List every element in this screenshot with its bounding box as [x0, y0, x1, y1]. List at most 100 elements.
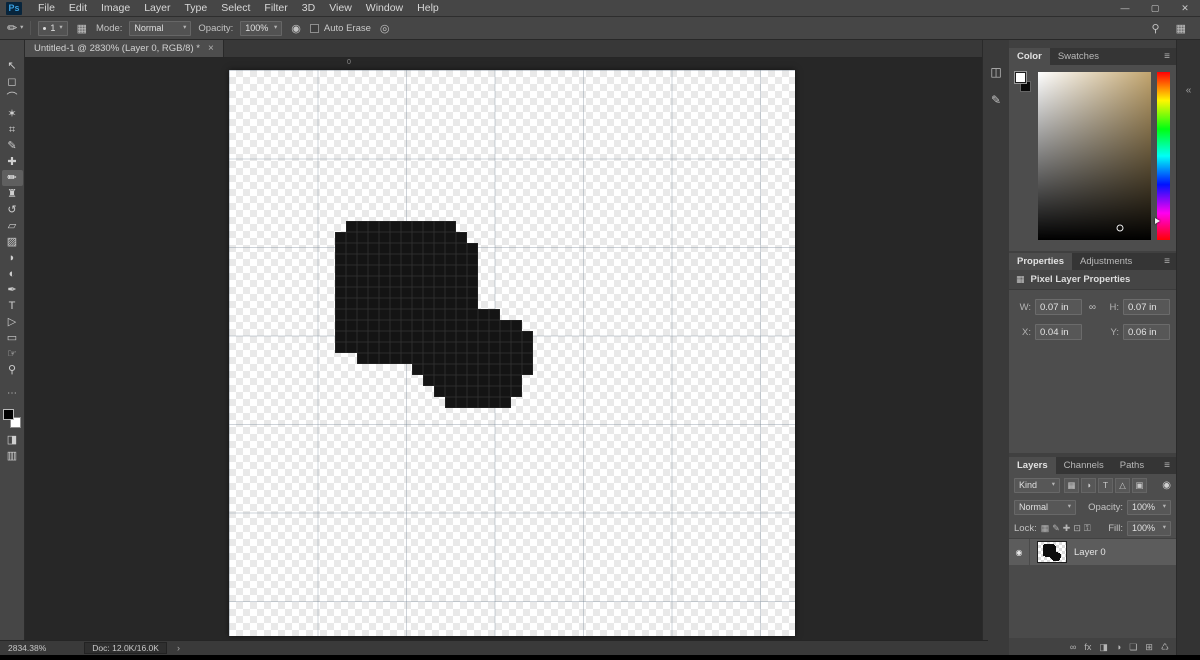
layer-row[interactable]: ◉ Layer 0	[1009, 539, 1176, 565]
lock-icon-lock-paint[interactable]: ✎	[1052, 523, 1060, 534]
pressure-opacity-icon[interactable]: ◉	[289, 22, 303, 35]
layer-opacity-select[interactable]: 100% ▾	[1127, 499, 1171, 515]
collapsed-panel-icon-collapsed-panel-top[interactable]: ◫	[985, 62, 1007, 82]
document-tab[interactable]: Untitled-1 @ 2830% (Layer 0, RGB/8) * ×	[25, 40, 224, 57]
layers-action-icon-add-layer-mask[interactable]: ◨	[1099, 642, 1108, 653]
filter-icon-filter-shape-layers[interactable]: △	[1115, 477, 1130, 493]
tool-button-dodge[interactable]: ◐	[2, 266, 23, 282]
tool-button-eraser[interactable]: ▱	[2, 218, 23, 234]
smoothing-icon[interactable]: ◎	[378, 22, 392, 35]
layer-thumbnail[interactable]	[1037, 541, 1067, 563]
tool-button-zoom[interactable]: ⚲	[2, 362, 23, 378]
menu-item[interactable]: File	[31, 0, 62, 16]
filter-icon-filter-pixel-layers[interactable]: ▦	[1064, 477, 1079, 493]
tool-button-blur[interactable]: ◗	[2, 250, 23, 266]
tool-button-hand[interactable]: ☞	[2, 346, 23, 362]
tool-button-spot-healing-brush[interactable]: ✚	[2, 154, 23, 170]
link-dimensions-icon[interactable]: ∞	[1082, 302, 1103, 313]
tab-adjustments[interactable]: Adjustments	[1072, 253, 1140, 270]
tab-close-icon[interactable]: ×	[208, 43, 214, 54]
hue-slider[interactable]	[1155, 72, 1170, 240]
tab-layers[interactable]: Layers	[1009, 457, 1056, 474]
panel-menu-icon[interactable]: ≡	[1158, 253, 1176, 270]
tool-button-type[interactable]: T	[2, 298, 23, 314]
tool-button-rectangular-marquee[interactable]: ◻	[2, 74, 23, 90]
brush-panel-toggle-icon[interactable]: ▦	[75, 22, 89, 35]
lock-icon-lock-transparency[interactable]: ▦	[1041, 523, 1050, 534]
status-chevron-icon[interactable]: ›	[177, 643, 180, 653]
y-field[interactable]: 0.06 in	[1123, 324, 1170, 340]
menu-item[interactable]: View	[322, 0, 359, 16]
active-tool-preset[interactable]: ✏ ▾	[4, 21, 32, 35]
menu-item[interactable]: Type	[177, 0, 214, 16]
edit-toolbar-icon[interactable]: ⋯	[2, 386, 23, 402]
brush-size-picker[interactable]: 1 ▾	[38, 20, 68, 36]
workspace-switcher-icon[interactable]: ▦	[1174, 22, 1188, 35]
tab-channels[interactable]: Channels	[1056, 457, 1112, 474]
layer-name[interactable]: Layer 0	[1074, 547, 1106, 558]
layers-action-icon-new-adjustment-layer[interactable]: ◑	[1116, 642, 1121, 652]
menu-item[interactable]: Edit	[62, 0, 94, 16]
layers-action-icon-link-layers[interactable]: ∞	[1070, 642, 1076, 652]
tab-swatches[interactable]: Swatches	[1050, 48, 1107, 65]
auto-erase-checkbox[interactable]: Auto Erase	[309, 23, 371, 34]
tab-properties[interactable]: Properties	[1009, 253, 1072, 270]
width-field[interactable]: 0.07 in	[1035, 299, 1082, 315]
menu-item[interactable]: Layer	[137, 0, 177, 16]
screen-mode-icon[interactable]: ▥	[2, 448, 23, 464]
filter-kind-select[interactable]: Kind ▾	[1014, 477, 1060, 493]
menu-item[interactable]: Image	[94, 0, 137, 16]
tab-paths[interactable]: Paths	[1112, 457, 1152, 474]
lock-icon-lock-position[interactable]: ✚	[1063, 523, 1071, 534]
tool-button-pen[interactable]: ✒	[2, 282, 23, 298]
filter-icon-filter-type-layers[interactable]: T	[1098, 477, 1113, 493]
quick-mask-icon[interactable]: ◨	[2, 432, 23, 448]
tool-button-quick-selection[interactable]: ✶	[2, 106, 23, 122]
tab-color[interactable]: Color	[1009, 48, 1050, 65]
filter-icon-filter-adjustment-layers[interactable]: ◑	[1081, 477, 1096, 493]
menu-item[interactable]: Help	[410, 0, 446, 16]
filter-icon-filter-smart-objects[interactable]: ▣	[1132, 477, 1147, 493]
tool-button-gradient[interactable]: ▨	[2, 234, 23, 250]
x-field[interactable]: 0.04 in	[1035, 324, 1082, 340]
layers-action-icon-layer-effects[interactable]: fx	[1084, 642, 1091, 652]
hue-slider-marker[interactable]	[1155, 218, 1160, 225]
close-button[interactable]: ✕	[1170, 0, 1200, 16]
minimize-button[interactable]: —	[1110, 0, 1140, 16]
collapsed-panel-icon-collapsed-panel-bottom[interactable]: ✎	[985, 90, 1007, 110]
foreground-background-swatches[interactable]	[3, 409, 21, 428]
menu-item[interactable]: Select	[214, 0, 257, 16]
document-sizes-indicator[interactable]: Doc: 12.0K/16.0K	[84, 642, 167, 654]
zoom-level-field[interactable]: 2834.38%	[8, 643, 46, 653]
tool-button-pencil[interactable]: ✏	[1, 170, 23, 186]
lock-icon-lock-artboard[interactable]: ⊡	[1073, 523, 1081, 534]
lock-icon-lock-all[interactable]: ⚿	[1084, 523, 1091, 534]
opacity-select[interactable]: 100% ▾	[240, 20, 283, 36]
tool-button-rectangle[interactable]: ▭	[2, 330, 23, 346]
maximize-button[interactable]: ▢	[1140, 0, 1170, 16]
panel-fg-bg-swatches[interactable]	[1015, 72, 1032, 98]
layer-blend-mode-select[interactable]: Normal ▾	[1014, 499, 1076, 515]
tool-button-crop[interactable]: ⌗	[2, 122, 23, 138]
search-icon[interactable]: ⚲	[1150, 22, 1162, 35]
layers-action-icon-new-group[interactable]: ❏	[1129, 642, 1137, 653]
layer-visibility-eye-icon[interactable]: ◉	[1009, 539, 1030, 565]
menu-item[interactable]: Window	[359, 0, 410, 16]
tool-button-clone-stamp[interactable]: ♜	[2, 186, 23, 202]
saturation-brightness-field[interactable]	[1038, 72, 1151, 240]
tool-button-move[interactable]: ↖	[2, 58, 23, 74]
menu-item[interactable]: Filter	[257, 0, 294, 16]
blend-mode-select[interactable]: Normal ▾	[129, 20, 192, 36]
panel-menu-icon[interactable]: ≡	[1158, 48, 1176, 65]
panel-menu-icon[interactable]: ≡	[1158, 457, 1176, 474]
menu-item[interactable]: 3D	[295, 0, 322, 16]
layers-action-icon-new-layer[interactable]: ⊞	[1145, 642, 1153, 653]
tool-button-path-selection[interactable]: ▷	[2, 314, 23, 330]
foreground-color-swatch[interactable]	[3, 409, 14, 420]
color-field-marker[interactable]	[1116, 224, 1124, 232]
height-field[interactable]: 0.07 in	[1123, 299, 1170, 315]
canvas[interactable]	[229, 70, 795, 636]
filtering-toggle-icon[interactable]: ◉	[1162, 480, 1171, 491]
layers-action-icon-delete-layer[interactable]: ♺	[1161, 642, 1169, 653]
tool-button-eyedropper[interactable]: ✎	[2, 138, 23, 154]
